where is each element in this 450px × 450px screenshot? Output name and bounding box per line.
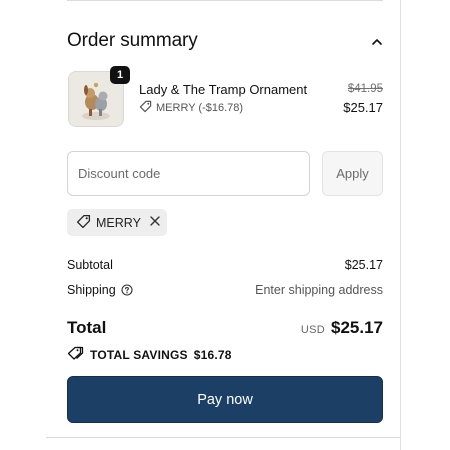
savings-tag-icon: [67, 346, 84, 363]
panel-edge: [400, 0, 401, 450]
savings-value: $16.78: [193, 347, 232, 362]
top-divider: [67, 0, 383, 1]
total-label: Total: [67, 318, 107, 337]
quantity-badge: 1: [110, 66, 130, 84]
order-summary-panel: Order summary 1 Lady & The Tramp Ornamen…: [0, 0, 450, 450]
subtotal-label: Subtotal: [67, 258, 113, 272]
discount-code-input[interactable]: [67, 151, 310, 196]
shipping-label: Shipping: [67, 283, 116, 297]
total-savings: TOTAL SAVINGS $16.78: [67, 346, 232, 363]
chevron-up-icon[interactable]: [370, 35, 384, 47]
order-summary-title: Order summary: [67, 30, 198, 51]
item-discount: MERRY (-$16.78): [139, 100, 243, 116]
item-price: $25.17: [343, 100, 383, 115]
savings-label: TOTAL SAVINGS: [90, 347, 188, 362]
applied-discount-chip: MERRY: [67, 209, 167, 236]
pay-now-button[interactable]: Pay now: [67, 376, 383, 423]
remove-discount-icon[interactable]: [149, 215, 161, 230]
total-value-group: USD $25.17: [301, 318, 383, 338]
help-icon[interactable]: [121, 284, 133, 299]
original-price: $41.95: [347, 83, 383, 95]
tag-icon: [76, 214, 91, 232]
total-amount: $25.17: [331, 318, 383, 337]
bottom-divider: [46, 437, 400, 438]
item-discount-label: MERRY (-$16.78): [156, 102, 244, 114]
applied-code-label: MERRY: [96, 215, 141, 230]
currency-code: USD: [300, 324, 325, 336]
subtotal-value: $25.17: [344, 258, 383, 272]
shipping-value: Enter shipping address: [255, 283, 383, 297]
product-name: Lady & The Tramp Ornament: [139, 82, 308, 97]
tag-icon: [139, 100, 152, 116]
apply-button[interactable]: Apply: [322, 151, 383, 196]
shipping-row: Shipping: [67, 283, 133, 299]
